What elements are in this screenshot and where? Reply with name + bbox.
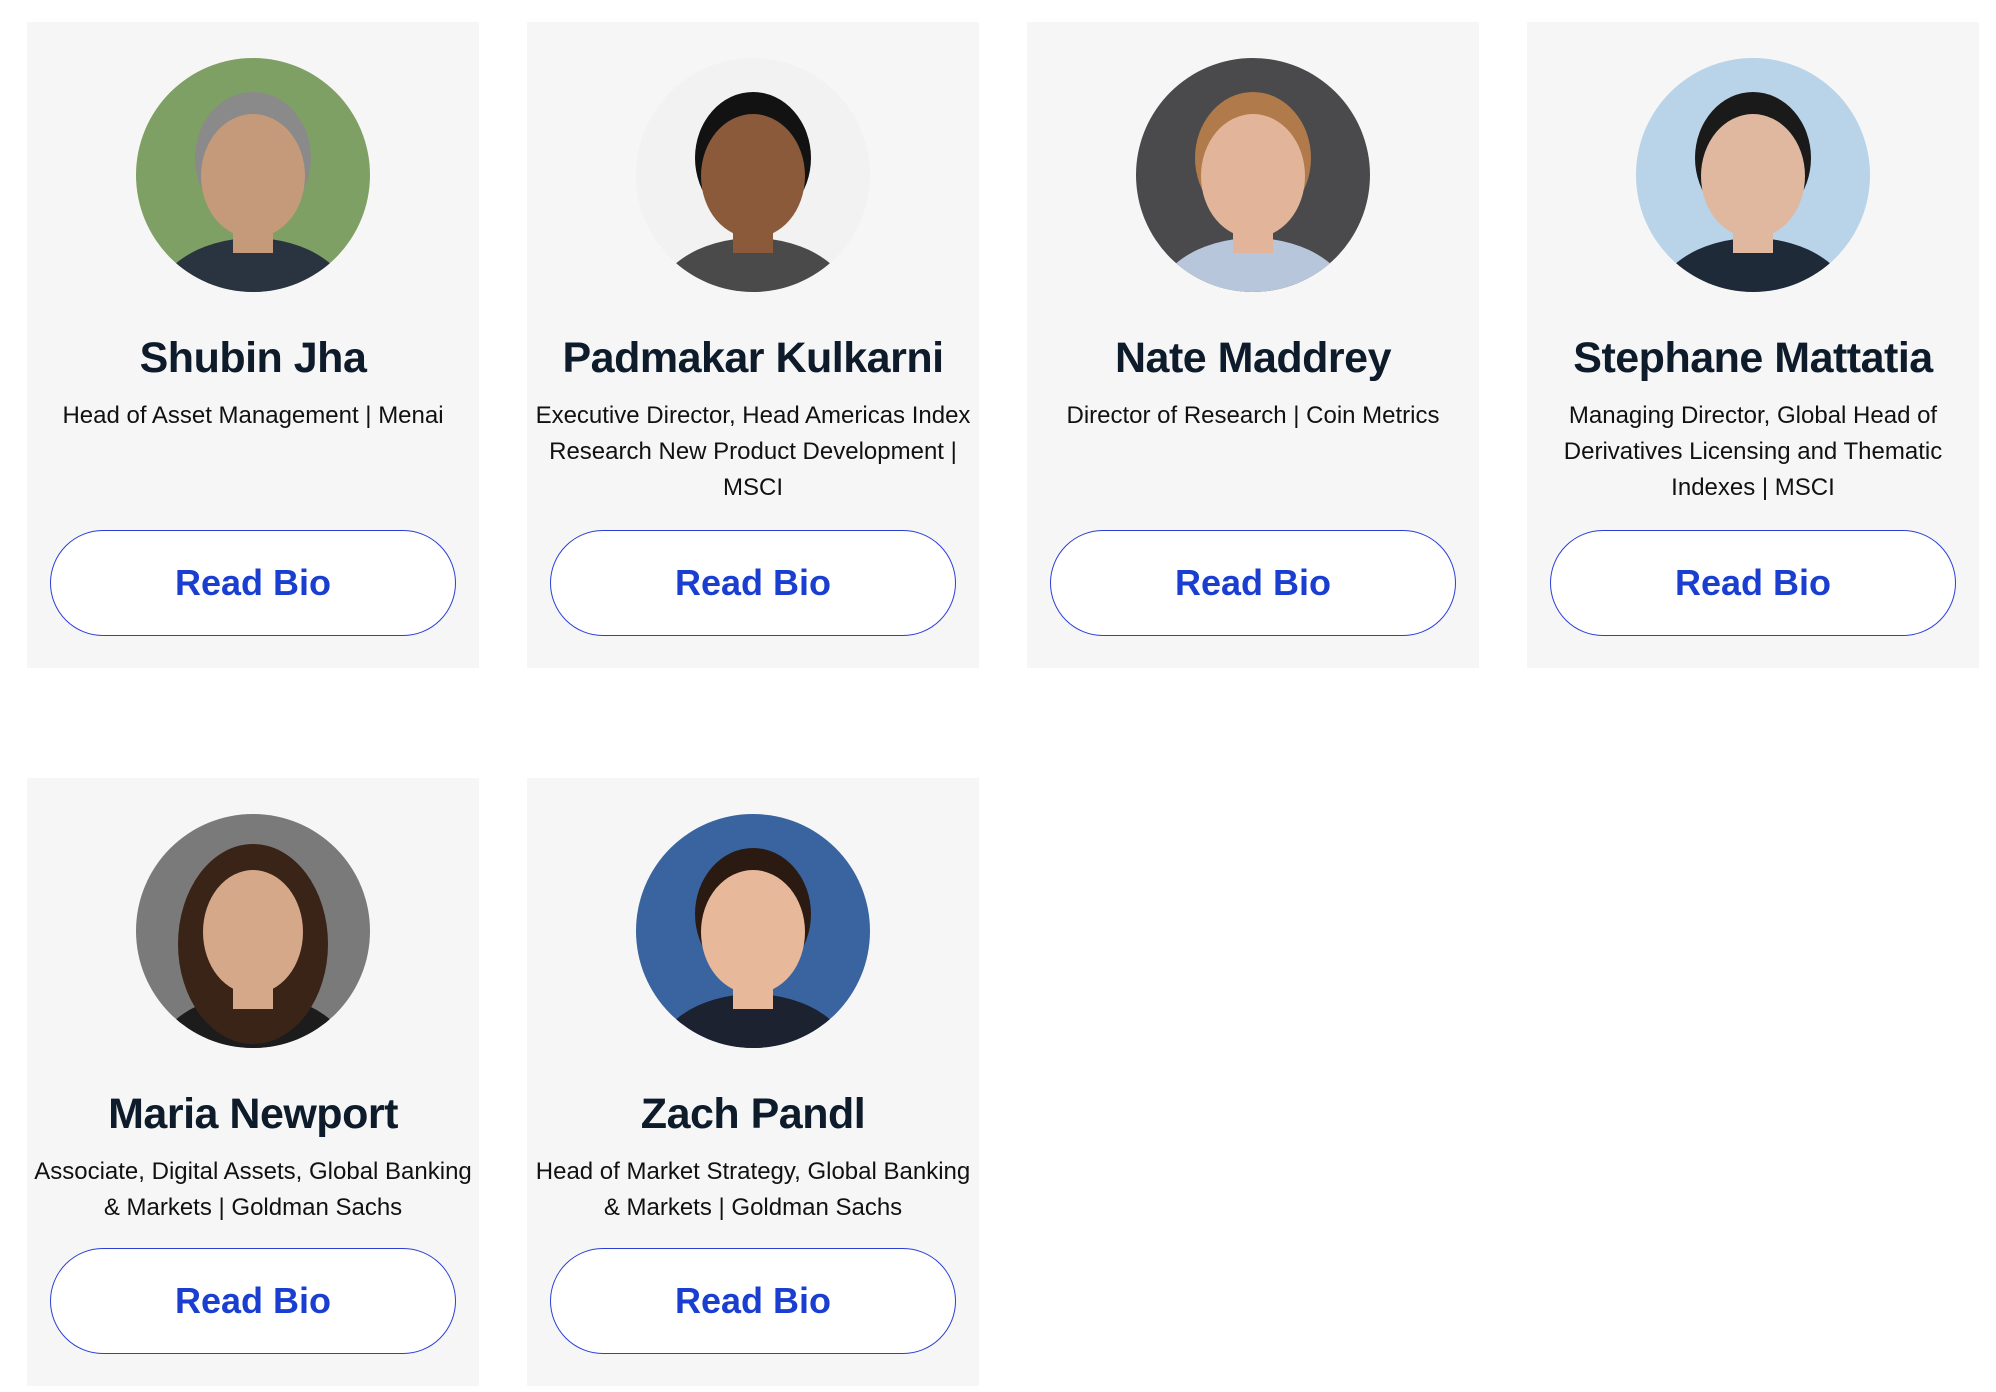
read-bio-label: Read Bio — [174, 1280, 332, 1321]
read-bio-label: Read Bio — [174, 562, 332, 603]
read-bio-button[interactable]: Read Bio — [1050, 530, 1456, 636]
speaker-photo — [636, 58, 870, 292]
speaker-name: Nate Maddrey — [1115, 334, 1391, 382]
speaker-card: Nate Maddrey Director of Research | Coin… — [1027, 22, 1479, 668]
speaker-card: Maria Newport Associate, Digital Assets,… — [27, 778, 479, 1386]
speaker-card: Shubin Jha Head of Asset Management | Me… — [27, 22, 479, 668]
speaker-card: Padmakar Kulkarni Executive Director, He… — [527, 22, 979, 668]
speaker-title: Managing Director, Global Head of Deriva… — [1563, 402, 1943, 501]
speaker-card: Stephane Mattatia Managing Director, Glo… — [1527, 22, 1979, 668]
speaker-title: Director of Research | Coin Metrics — [1066, 402, 1440, 429]
read-bio-label: Read Bio — [1674, 562, 1832, 603]
speaker-title: Head of Market Strategy, Global Banking … — [535, 1158, 971, 1221]
read-bio-label: Read Bio — [674, 562, 832, 603]
speaker-title: Executive Director, Head Americas Index … — [535, 402, 971, 501]
read-bio-button[interactable]: Read Bio — [50, 1248, 456, 1354]
speaker-card: Zach Pandl Head of Market Strategy, Glob… — [527, 778, 979, 1386]
read-bio-button[interactable]: Read Bio — [550, 530, 956, 636]
speakers-grid: Shubin Jha Head of Asset Management | Me… — [27, 22, 1979, 1386]
speaker-photo — [136, 58, 370, 292]
speaker-name: Stephane Mattatia — [1573, 334, 1933, 382]
speaker-photo — [136, 814, 370, 1048]
speaker-name: Padmakar Kulkarni — [562, 334, 944, 382]
read-bio-button[interactable]: Read Bio — [50, 530, 456, 636]
read-bio-label: Read Bio — [1174, 562, 1332, 603]
read-bio-label: Read Bio — [674, 1280, 832, 1321]
speaker-title: Associate, Digital Assets, Global Bankin… — [34, 1158, 472, 1221]
speaker-name: Maria Newport — [108, 1090, 398, 1138]
read-bio-button[interactable]: Read Bio — [1550, 530, 1956, 636]
speaker-photo — [636, 814, 870, 1048]
speaker-title: Head of Asset Management | Menai — [62, 402, 444, 429]
speaker-photo — [1636, 58, 1870, 292]
speaker-name: Shubin Jha — [139, 334, 367, 382]
read-bio-button[interactable]: Read Bio — [550, 1248, 956, 1354]
speaker-name: Zach Pandl — [640, 1090, 866, 1138]
speaker-photo — [1136, 58, 1370, 292]
